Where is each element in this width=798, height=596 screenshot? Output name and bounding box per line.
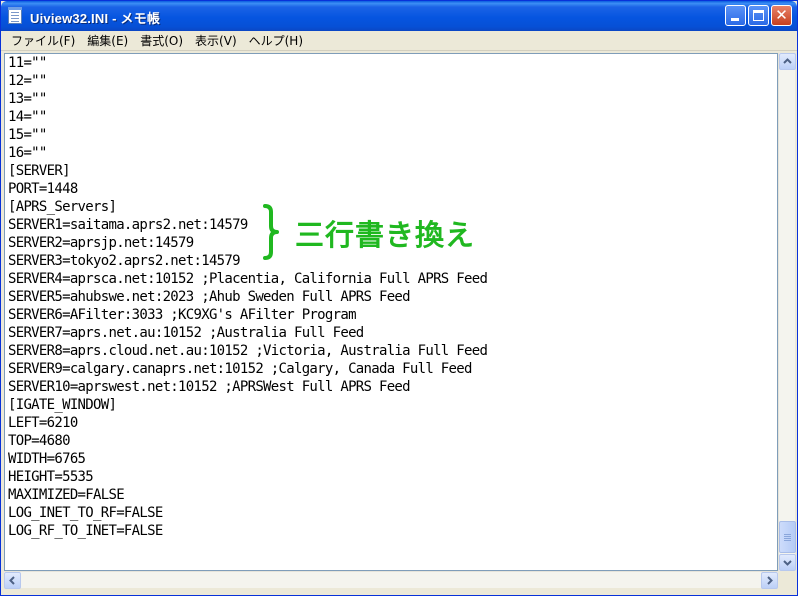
text-line: WIDTH=6765 bbox=[8, 451, 86, 467]
text-line: SERVER4=aprsca.net:10152 ;Placentia, Cal… bbox=[8, 271, 488, 287]
scroll-thumb[interactable] bbox=[779, 521, 796, 553]
text-editor[interactable]: 11="" 12="" 13="" 14="" 15="" 16="" [SERVER] PO… bbox=[4, 53, 778, 571]
text-line: LOG_INET_TO_RF=FALSE bbox=[8, 505, 163, 521]
text-line: 12="" bbox=[8, 73, 47, 89]
text-line: SERVER7=aprs.net.au:10152 ;Australia Ful… bbox=[8, 325, 364, 341]
minimize-icon bbox=[731, 18, 739, 21]
text-line: 16="" bbox=[8, 145, 47, 161]
menu-view[interactable]: 表示(V) bbox=[189, 32, 243, 50]
window-controls: ✕ bbox=[725, 5, 792, 26]
menu-bar: ファイル(F) 編集(E) 書式(O) 表示(V) ヘルプ(H) bbox=[1, 31, 797, 51]
chevron-right-icon bbox=[767, 576, 773, 585]
chevron-left-icon bbox=[9, 576, 15, 585]
text-line: 15="" bbox=[8, 127, 47, 143]
text-line: SERVER3=tokyo2.aprs2.net:14579 bbox=[8, 253, 241, 269]
close-icon: ✕ bbox=[775, 6, 788, 24]
text-line: LOG_RF_TO_INET=FALSE bbox=[8, 523, 163, 539]
horizontal-scrollbar[interactable] bbox=[4, 571, 778, 589]
text-line: HEIGHT=5535 bbox=[8, 469, 94, 485]
text-line: TOP=4680 bbox=[8, 433, 71, 449]
annotation-label: 三行書き換え bbox=[295, 218, 476, 252]
text-line: [IGATE_WINDOW] bbox=[8, 397, 117, 413]
close-button[interactable]: ✕ bbox=[771, 5, 792, 26]
curly-brace-icon bbox=[263, 204, 279, 260]
title-bar[interactable]: Uiview32.INI - メモ帳 ✕ bbox=[1, 1, 797, 31]
scroll-up-button[interactable] bbox=[779, 53, 796, 70]
chevron-down-icon bbox=[783, 560, 792, 566]
scroll-left-button[interactable] bbox=[4, 572, 21, 589]
vertical-scrollbar[interactable] bbox=[778, 53, 796, 571]
text-line: [SERVER] bbox=[8, 163, 71, 179]
text-line: PORT=1448 bbox=[8, 181, 78, 197]
text-line: 13="" bbox=[8, 91, 47, 107]
text-line: 11="" bbox=[8, 55, 47, 71]
menu-file[interactable]: ファイル(F) bbox=[5, 32, 81, 50]
resize-grip[interactable] bbox=[778, 571, 795, 588]
text-line: LEFT=6210 bbox=[8, 415, 78, 431]
text-line: SERVER6=AFilter:3033 ;KC9XG's AFilter Pr… bbox=[8, 307, 356, 323]
notepad-window: Uiview32.INI - メモ帳 ✕ ファイル(F) 編集(E) 書式(O)… bbox=[0, 0, 798, 596]
menu-help[interactable]: ヘルプ(H) bbox=[243, 32, 309, 50]
text-line: 14="" bbox=[8, 109, 47, 125]
text-line: [APRS_Servers] bbox=[8, 199, 117, 215]
text-line: SERVER10=aprswest.net:10152 ;APRSWest Fu… bbox=[8, 379, 411, 395]
scroll-down-button[interactable] bbox=[779, 554, 796, 571]
maximize-button[interactable] bbox=[748, 5, 769, 26]
menu-format[interactable]: 書式(O) bbox=[134, 32, 189, 50]
notepad-icon[interactable] bbox=[8, 7, 22, 24]
text-line: SERVER5=ahubswe.net:2023 ;Ahub Sweden Fu… bbox=[8, 289, 411, 305]
menu-edit[interactable]: 編集(E) bbox=[81, 32, 134, 50]
chevron-up-icon bbox=[783, 58, 792, 64]
scroll-right-button[interactable] bbox=[761, 572, 778, 589]
minimize-button[interactable] bbox=[725, 5, 746, 26]
text-line: MAXIMIZED=FALSE bbox=[8, 487, 125, 503]
text-line: SERVER8=aprs.cloud.net.au:10152 ;Victori… bbox=[8, 343, 488, 359]
window-title: Uiview32.INI - メモ帳 bbox=[30, 11, 161, 26]
maximize-icon bbox=[753, 10, 764, 21]
editor-lines: 11="" 12="" 13="" 14="" 15="" 16="" [SERVER] PO… bbox=[8, 54, 488, 540]
text-line: SERVER9=calgary.canaprs.net:10152 ;Calga… bbox=[8, 361, 472, 377]
